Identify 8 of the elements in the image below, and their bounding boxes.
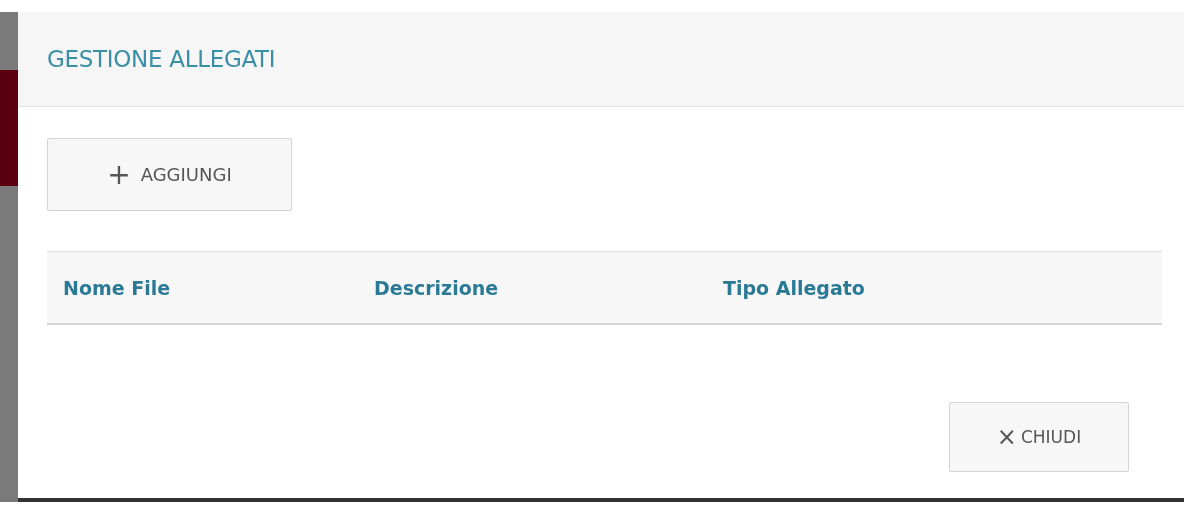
plus-icon: + — [107, 160, 131, 189]
column-header: Descrizione — [373, 276, 500, 299]
column-header: Tipo Allegato — [722, 276, 866, 299]
close-icon: × — [996, 425, 1017, 449]
dialog-title: GESTIONE ALLEGATI — [47, 46, 276, 72]
column-header: Nome File — [62, 276, 172, 299]
close-button[interactable]: × CHIUDI — [949, 402, 1129, 472]
add-button[interactable]: + AGGIUNGI — [47, 138, 292, 211]
